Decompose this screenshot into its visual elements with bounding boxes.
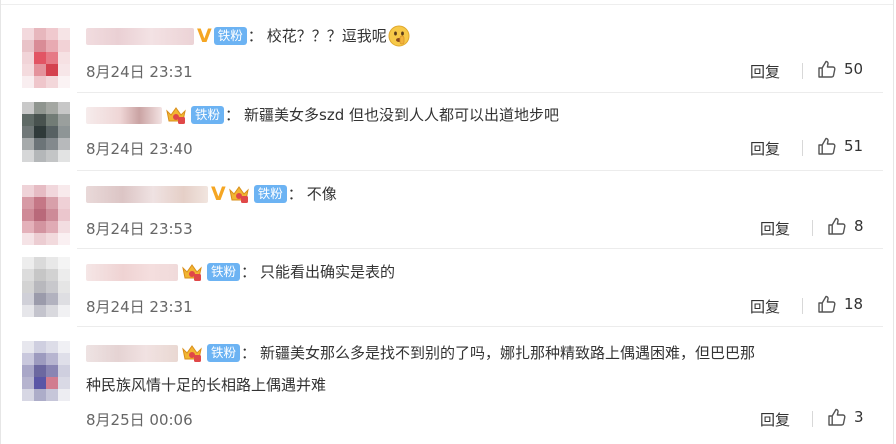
fan-badge: 铁粉 — [213, 27, 247, 45]
vip-badge-icon: V — [197, 25, 212, 47]
comment-time: 8月24日 23:53 — [86, 220, 193, 238]
comment-text: 不像 — [306, 185, 337, 203]
like-count: 50 — [844, 60, 864, 78]
like-count: 3 — [854, 408, 864, 426]
like-button[interactable]: 50 — [817, 59, 863, 79]
fan-badge: 铁粉 — [191, 106, 225, 124]
comment-text: 新疆美女多szd 但也没到人人都可以出道地步吧 — [244, 106, 560, 124]
comment-time: 8月24日 23:31 — [86, 298, 193, 316]
fan-badge: 铁粉 — [207, 263, 241, 281]
divider — [802, 298, 803, 314]
avatar[interactable] — [22, 28, 70, 88]
divider — [802, 63, 803, 79]
username[interactable] — [86, 263, 178, 281]
thumbs-up-icon — [828, 217, 846, 235]
comment-time: 8月24日 23:31 — [86, 63, 193, 81]
comment-item: 铁粉 ： 新疆美女多szd 但也没到人人都可以出道地步吧 8月24日 23:40… — [1, 93, 895, 171]
comment-item: 铁粉 ： 新疆美女那么多是找不到别的了吗，娜扎那种精致路上偶遇困难，但巴巴那 种… — [1, 327, 895, 444]
colon: ： — [241, 344, 257, 362]
crown-badge-icon — [181, 262, 203, 282]
like-button[interactable]: 8 — [827, 216, 864, 236]
thumbs-up-icon — [818, 137, 836, 155]
like-button[interactable]: 3 — [827, 407, 864, 427]
comment-item: V 铁粉 ： 校花？？？逗我呢 8月24日 23:31 回复 50 — [1, 0, 895, 93]
divider — [812, 220, 813, 236]
comment-item: V 铁粉 ： 不像 8月24日 23:53 回复 8 — [1, 171, 895, 249]
comment-header: 铁粉 ： 新疆美女多szd 但也没到人人都可以出道地步吧 — [86, 102, 559, 128]
crown-badge-icon — [165, 105, 187, 125]
divider — [812, 411, 813, 427]
avatar[interactable] — [22, 185, 70, 245]
divider — [802, 140, 803, 156]
avatar[interactable] — [22, 341, 70, 401]
reply-button[interactable]: 回复 — [750, 138, 780, 159]
comment-header: V 铁粉 ： 不像 — [86, 181, 337, 207]
crown-badge-icon — [181, 343, 203, 363]
avatar[interactable] — [22, 102, 70, 162]
comment-header: 铁粉 ： 只能看出确实是表的 — [86, 259, 395, 285]
reply-button[interactable]: 回复 — [750, 61, 780, 82]
comment-header: V 铁粉 ： 校花？？？逗我呢 — [86, 23, 410, 49]
shushing-face-emoji-icon — [388, 25, 410, 47]
comment-text: 新疆美女那么多是找不到别的了吗，娜扎那种精致路上偶遇困难，但巴巴那 — [260, 344, 756, 362]
comment-text: 只能看出确实是表的 — [260, 263, 396, 281]
username[interactable] — [86, 106, 162, 124]
vip-badge-icon: V — [211, 183, 226, 205]
username[interactable] — [86, 344, 178, 362]
reply-button[interactable]: 回复 — [760, 218, 790, 239]
comment-list: V 铁粉 ： 校花？？？逗我呢 8月24日 23:31 回复 50 铁粉 ： 新… — [0, 0, 894, 444]
crown-badge-icon — [228, 184, 250, 204]
reply-button[interactable]: 回复 — [760, 409, 790, 430]
reply-button[interactable]: 回复 — [750, 296, 780, 317]
thumbs-up-icon — [828, 408, 846, 426]
like-count: 51 — [844, 137, 864, 155]
like-button[interactable]: 18 — [817, 294, 863, 314]
comment-text: 校花？？？逗我呢 — [266, 27, 387, 45]
colon: ： — [225, 106, 241, 124]
fan-badge: 铁粉 — [253, 185, 287, 203]
comment-header: 铁粉 ： 新疆美女那么多是找不到别的了吗，娜扎那种精致路上偶遇困难，但巴巴那 — [86, 340, 755, 366]
like-count: 18 — [844, 295, 864, 313]
colon: ： — [241, 263, 257, 281]
comment-item: 铁粉 ： 只能看出确实是表的 8月24日 23:31 回复 18 — [1, 249, 895, 327]
username[interactable] — [86, 185, 208, 203]
comment-time: 8月24日 23:40 — [86, 140, 193, 158]
avatar[interactable] — [22, 257, 70, 317]
colon: ： — [287, 185, 303, 203]
fan-badge: 铁粉 — [207, 344, 241, 362]
like-button[interactable]: 51 — [817, 136, 863, 156]
comment-text-continued: 种民族风情十足的长相路上偶遇并难 — [86, 376, 327, 394]
username[interactable] — [86, 27, 194, 45]
thumbs-up-icon — [818, 60, 836, 78]
thumbs-up-icon — [818, 295, 836, 313]
like-count: 8 — [854, 217, 864, 235]
colon: ： — [247, 27, 263, 45]
comment-time: 8月25日 00:06 — [86, 411, 193, 429]
